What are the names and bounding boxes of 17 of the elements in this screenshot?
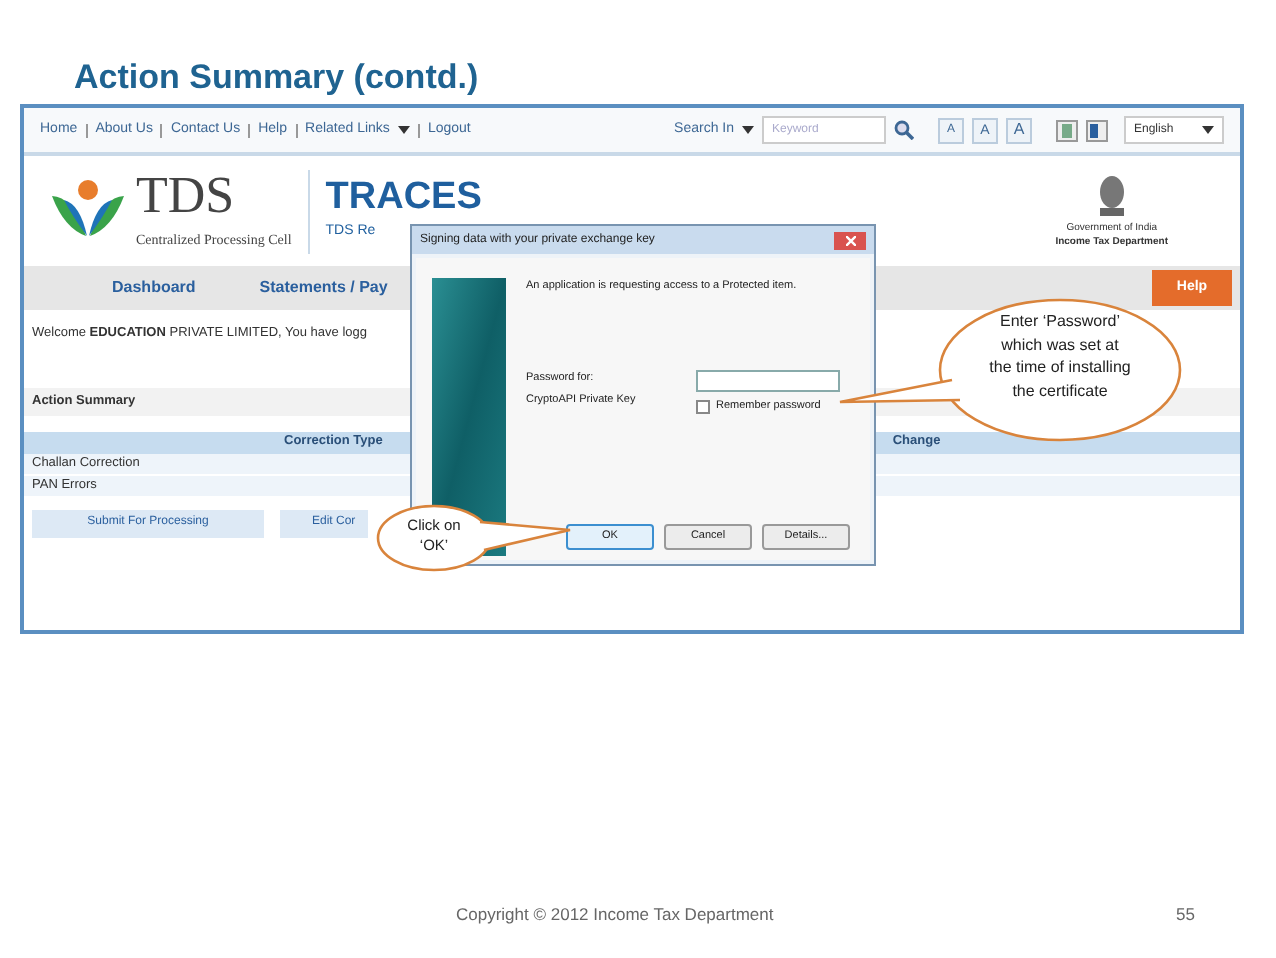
search-icon[interactable] bbox=[894, 120, 914, 140]
logo-text: TDS bbox=[136, 170, 237, 223]
app-name: TRACES bbox=[325, 178, 482, 217]
slide-title: Action Summary (contd.) bbox=[74, 56, 479, 100]
copyright-text: Copyright © 2012 Income Tax Department bbox=[456, 902, 774, 928]
page-number: 55 bbox=[1176, 902, 1195, 928]
caret-icon bbox=[397, 126, 410, 134]
remember-checkbox[interactable] bbox=[696, 399, 710, 414]
password-field[interactable] bbox=[696, 370, 840, 393]
nav-link[interactable]: Statements / Pay bbox=[259, 276, 388, 300]
font-size-button[interactable]: A bbox=[1006, 117, 1032, 143]
caret-icon bbox=[1202, 126, 1214, 134]
close-button[interactable] bbox=[834, 231, 866, 249]
nav-link[interactable]: Dashboard bbox=[112, 276, 196, 300]
close-icon bbox=[845, 235, 855, 245]
caret-icon bbox=[742, 126, 754, 134]
callout-text: Enter ‘Password’ which was set at the time of installing the certificate bbox=[988, 310, 1132, 402]
